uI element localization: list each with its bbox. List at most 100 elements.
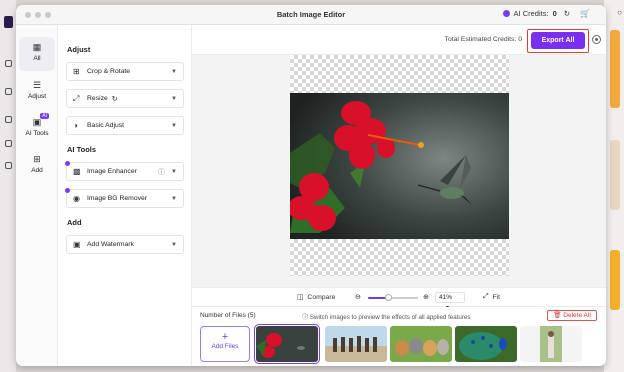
sliders-icon: ☰ [32,80,42,90]
chevron-down-icon: ▼ [171,241,177,248]
chevron-down-icon: ▼ [171,68,177,75]
delete-all-label: Delete All [563,312,591,319]
preview-area: Total Estimated Credits: 0 Export All ◫ … [192,25,606,366]
file-thumbnail[interactable] [455,326,517,362]
image-bg-remover-row[interactable]: ◉ Image BG Remover ▼ [65,188,184,208]
rail-item-all[interactable]: ▦ All [19,37,55,71]
export-all-button[interactable]: Export All [531,32,585,49]
fit-label: Fit [492,293,500,301]
premium-dot [65,161,70,166]
tools-panel: Adjust ⊞ Crop & Rotate ▼ ⤢ Resize ↻ ▼ ◑ … [58,25,192,366]
batch-image-editor-window: Batch Image Editor AI Credits: 0 ↻ 🛒 ▦ A… [16,5,606,366]
zoom-slider[interactable] [368,294,418,301]
files-hint: ⓘ Switch images to preview the effects o… [302,312,470,321]
add-files-label: Add Files [211,343,239,350]
adjust-icon: ◑ [73,121,78,130]
fit-icon: ⤢ [483,293,489,300]
row-label: Image Enhancer [87,168,137,175]
cart-icon[interactable]: 🛒 [580,9,590,18]
chevron-down-icon: ▼ [171,195,177,202]
file-thumbnail[interactable] [520,326,582,362]
refresh-icon[interactable]: ↻ [564,9,570,18]
trash-icon: 🗑 [553,312,564,319]
headset-icon[interactable]: ○ [617,8,622,17]
zoom-value: 41% [439,294,453,301]
resize-row[interactable]: ⤢ Resize ↻ ▼ [66,89,184,108]
zoom-bar: ◫ Compare ⊖ ⊕ 41% ▼ ⤢ Fit [192,287,606,311]
rail-item-label: AI Tools [25,130,49,137]
row-label: Image BG Remover [87,195,148,202]
row-label: Resize [87,95,108,102]
background-app-sidebar [0,0,16,372]
tool-rail: ▦ All ☰ Adjust AI ▣ AI Tools ⊞ Add [16,25,58,366]
watermark-icon: ▣ [73,240,81,249]
preview-image [290,93,509,239]
chevron-down-icon: ▼ [171,168,177,175]
bg-card [610,140,620,210]
rail-item-label: Add [31,167,43,174]
row-label: Crop & Rotate [87,68,131,75]
thumb-person-image [520,326,582,362]
compare-icon: ◫ [297,294,304,301]
bg-icon [5,60,12,67]
premium-dot [65,188,70,193]
chevron-down-icon: ▼ [171,95,177,102]
zoom-select[interactable]: 41% ▼ [435,292,465,311]
zoom-out-icon[interactable]: ⊖ [355,293,361,301]
zoom-in-icon[interactable]: ⊕ [423,293,429,301]
resize-icon: ⤢ [73,93,80,103]
row-label: Basic Adjust [87,122,125,129]
preview-topbar: Total Estimated Credits: 0 Export All [192,25,606,55]
rail-item-adjust[interactable]: ☰ Adjust [19,75,55,109]
bg-card [610,250,620,310]
compare-button[interactable]: ◫ Compare [297,293,336,302]
titlebar: Batch Image Editor AI Credits: 0 ↻ 🛒 [16,5,606,25]
compare-label: Compare [307,293,336,301]
bg-icon [5,140,12,147]
thumb-group-image [325,326,387,362]
thumb-cats-image [390,326,452,362]
settings-icon[interactable] [592,35,601,44]
delete-all-button[interactable]: 🗑 Delete All [547,310,597,321]
bg-card [610,30,620,108]
file-thumbnail[interactable] [325,326,387,362]
info-icon[interactable]: ⓘ [158,167,165,177]
files-count: Number of Files (5) [200,312,256,319]
plus-icon: + [221,331,229,343]
bg-remove-icon: ◉ [73,194,80,203]
loading-icon: ↻ [111,95,118,103]
section-title-ai-tools: AI Tools [67,145,97,154]
files-hint-text: Switch images to preview the effects of … [309,314,471,321]
add-box-icon: ⊞ [33,154,41,164]
image-enhancer-row[interactable]: ▩ Image Enhancer ⓘ ▼ [65,161,184,181]
file-thumbnail[interactable] [390,326,452,362]
file-thumbnail[interactable] [254,324,320,364]
rail-item-add[interactable]: ⊞ Add [19,149,55,183]
thumb-peacock-image [455,326,517,362]
thumb-hibiscus-image [256,326,318,362]
crop-rotate-row[interactable]: ⊞ Crop & Rotate ▼ [66,62,184,81]
enhance-icon: ▩ [73,167,81,176]
estimated-credits: Total Estimated Credits: 0 [444,36,522,43]
fit-button[interactable]: ⤢ Fit [483,293,500,301]
crop-icon: ⊞ [73,67,80,76]
ai-credits-value: 0 [552,9,557,18]
add-files-button[interactable]: + Add Files [200,326,250,362]
add-watermark-row[interactable]: ▣ Add Watermark ▼ [66,235,184,254]
ai-badge: AI [40,113,49,119]
row-label: Add Watermark [87,241,134,248]
section-title-adjust: Adjust [67,45,91,54]
grid-icon: ▦ [32,42,42,52]
credits-gem-icon [502,10,510,17]
ai-credits-label: AI Credits: [513,9,549,18]
bg-icon [5,162,12,169]
zoom-slider-knob[interactable] [385,294,392,301]
preview-canvas[interactable] [290,55,509,276]
rail-item-ai-tools[interactable]: AI ▣ AI Tools [19,112,55,146]
app-logo-icon [4,16,13,28]
files-strip: Number of Files (5) ⓘ Switch images to p… [192,307,606,366]
basic-adjust-row[interactable]: ◑ Basic Adjust ▼ [66,116,184,135]
chevron-down-icon: ▼ [171,122,177,129]
rail-item-label: Adjust [27,93,47,100]
background-app-edge [604,0,624,372]
